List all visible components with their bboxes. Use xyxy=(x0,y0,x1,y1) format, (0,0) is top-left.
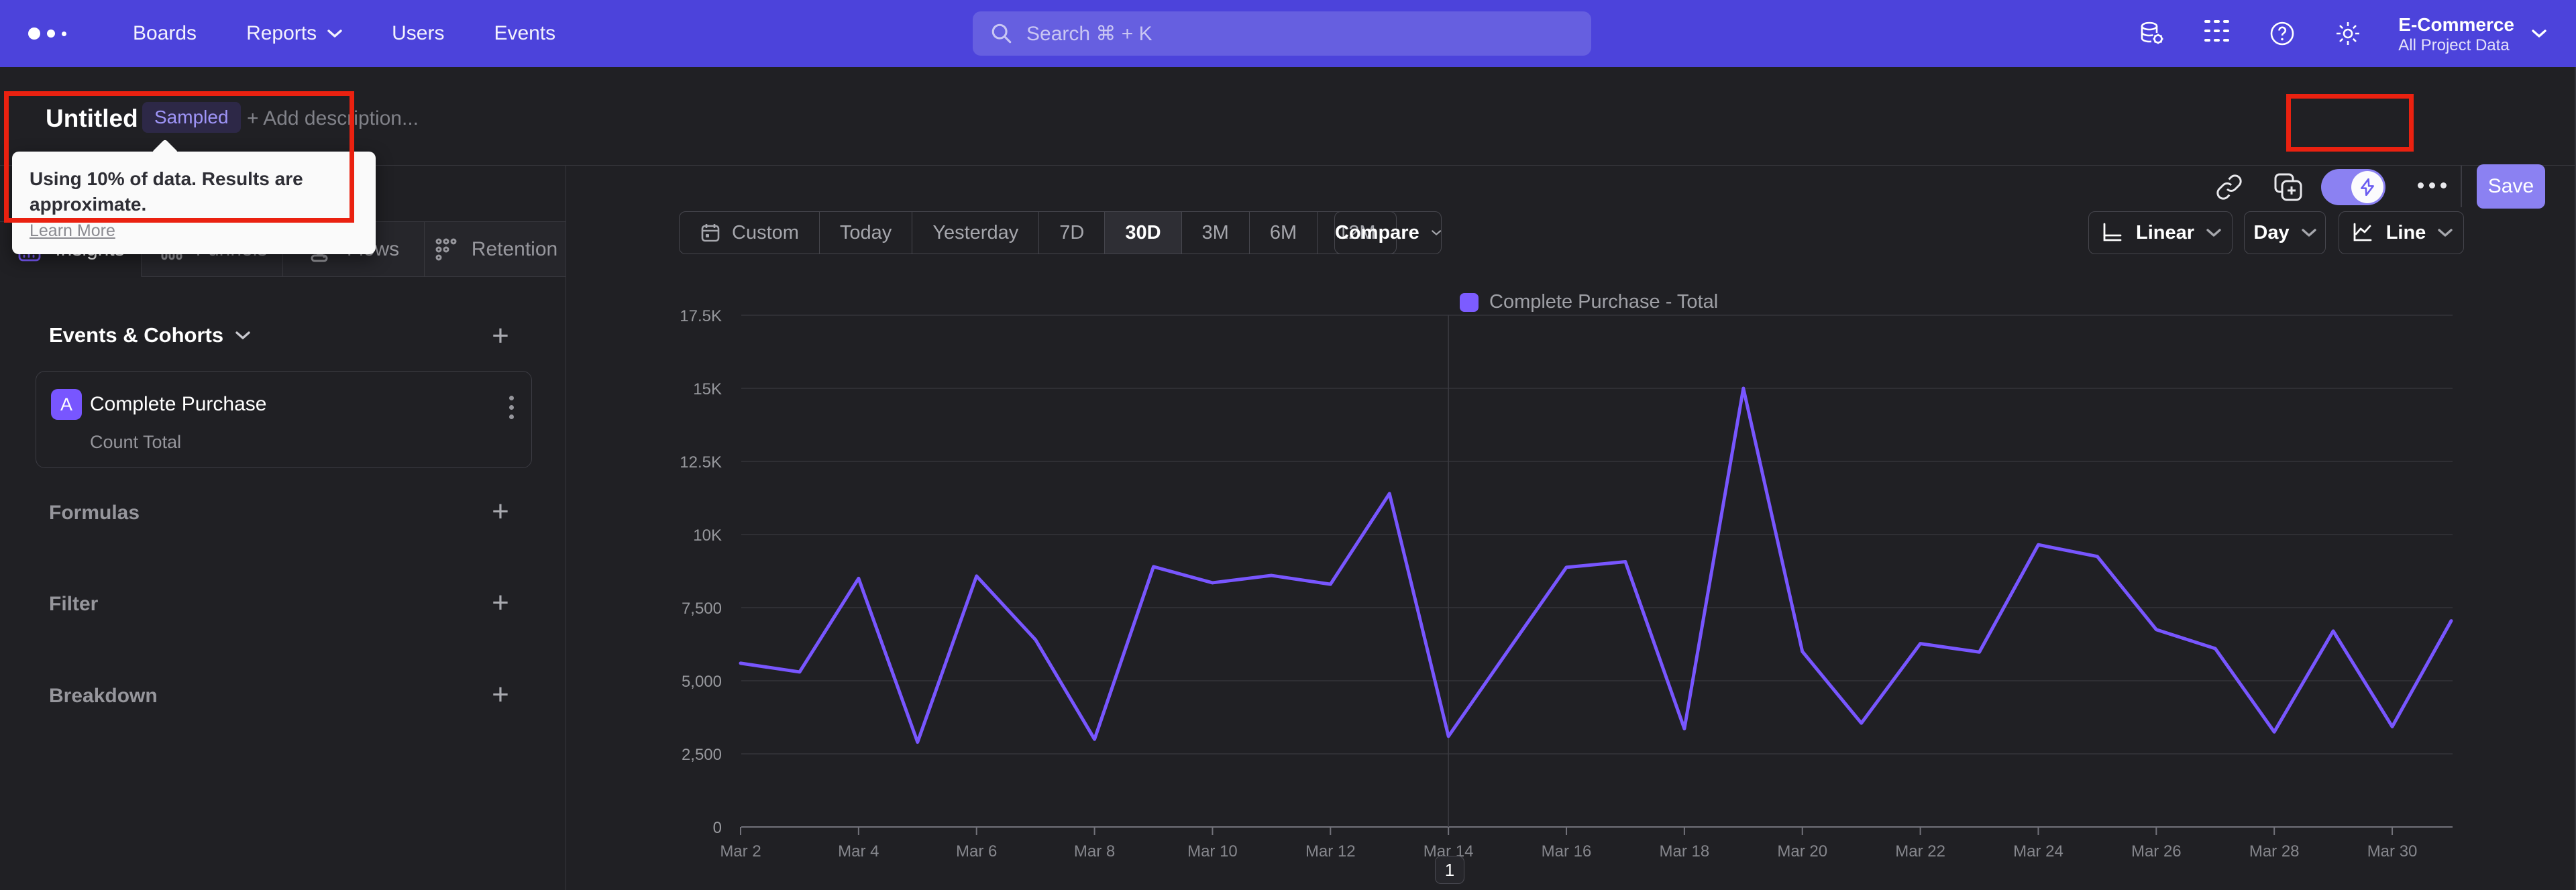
y-axis-label: 17.5K xyxy=(680,307,722,325)
x-axis-label: Mar 30 xyxy=(2367,842,2418,860)
y-axis-label: 7,500 xyxy=(682,600,722,618)
y-axis-label: 0 xyxy=(713,819,722,837)
x-axis-label: Mar 24 xyxy=(2013,842,2063,860)
x-axis-label: Mar 20 xyxy=(1777,842,1827,860)
x-axis-label: Mar 2 xyxy=(720,842,761,860)
x-axis-label: Mar 8 xyxy=(1074,842,1115,860)
x-axis-label: Mar 18 xyxy=(1660,842,1710,860)
x-axis-label: Mar 28 xyxy=(2249,842,2300,860)
learn-more-link[interactable]: Learn More xyxy=(30,221,115,241)
pagination-page-1[interactable]: 1 xyxy=(1435,856,1464,884)
x-axis-label: Mar 26 xyxy=(2131,842,2182,860)
tooltip-text: Using 10% of data. Results are approxima… xyxy=(30,168,303,215)
x-axis-label: Mar 22 xyxy=(1895,842,1945,860)
series-complete-purchase-total[interactable] xyxy=(739,386,2453,744)
sampling-tooltip: Using 10% of data. Results are approxima… xyxy=(12,152,376,254)
y-axis-label: 5,000 xyxy=(682,673,722,691)
y-axis-label: 10K xyxy=(693,526,722,545)
y-axis-label: 12.5K xyxy=(680,453,722,471)
x-axis-label: Mar 6 xyxy=(956,842,997,860)
x-axis-label: Mar 10 xyxy=(1187,842,1238,860)
y-axis-label: 2,500 xyxy=(682,746,722,764)
line-chart[interactable]: 0 2,500 5,000 7,500 10K 12.5K 15K 17.5K Mar 2 Mar… xyxy=(0,0,2576,890)
x-axis-label: Mar 12 xyxy=(1305,842,1356,860)
x-axis-label: Mar 16 xyxy=(1542,842,1592,860)
x-axis-label: Mar 4 xyxy=(838,842,879,860)
y-axis-label: 15K xyxy=(693,380,722,398)
